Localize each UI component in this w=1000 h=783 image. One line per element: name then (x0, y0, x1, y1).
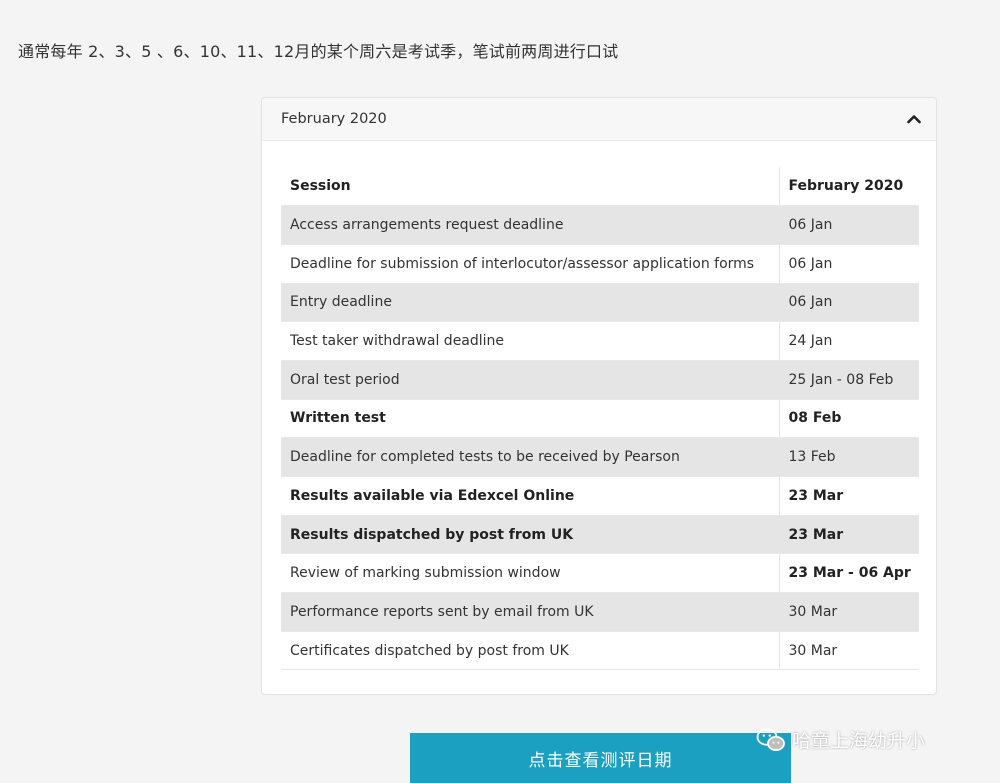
date-cell: 08 Feb (778, 399, 919, 439)
view-assessment-dates-button[interactable]: 点击查看测评日期 (410, 733, 791, 783)
schedule-table-wrapper: Session February 2020 Access arrangement… (281, 167, 919, 671)
session-cell: Performance reports sent by email from U… (281, 592, 779, 632)
session-cell: Deadline for completed tests to be recei… (281, 437, 779, 477)
date-cell: 24 Jan (778, 321, 919, 361)
date-cell: 23 Mar (778, 515, 919, 555)
column-header-date: February 2020 (778, 167, 919, 207)
session-cell: Results available via Edexcel Online (281, 476, 779, 516)
date-cell: 30 Mar (778, 631, 919, 671)
table-header-row: Session February 2020 (281, 167, 919, 207)
table-row: Results available via Edexcel Online 23 M… (281, 476, 919, 516)
date-cell: 06 Jan (778, 205, 919, 245)
table-row: Results dispatched by post from UK 23 Mar (281, 515, 919, 555)
table-body: Access arrangements request deadline 06 J… (281, 205, 919, 671)
accordion-header[interactable]: February 2020 (262, 98, 936, 141)
table-row: Test taker withdrawal deadline 24 Jan (281, 321, 919, 361)
session-cell: Entry deadline (281, 283, 779, 323)
session-cell: Deadline for submission of interlocutor/… (281, 244, 779, 284)
schedule-table: Session February 2020 Access arrangement… (281, 167, 919, 671)
date-cell: 13 Feb (778, 437, 919, 477)
table-row: Deadline for completed tests to be recei… (281, 437, 919, 477)
table-row: Access arrangements request deadline 06 J… (281, 205, 919, 245)
session-cell: Written test (281, 399, 779, 439)
date-cell: 23 Mar - 06 Apr (778, 553, 919, 594)
exam-session-accordion: February 2020 Session February 2020 Acce… (261, 97, 937, 695)
date-cell: 30 Mar (778, 592, 919, 632)
date-cell: 23 Mar (778, 476, 919, 516)
date-cell: 06 Jan (778, 283, 919, 323)
table-row: Oral test period 25 Jan - 08 Feb (281, 360, 919, 400)
table-row: Review of marking submission window 23 Ma… (281, 553, 919, 594)
date-cell: 06 Jan (778, 244, 919, 284)
intro-text: 通常每年 2、3、5 、6、10、11、12月的某个周六是考试季，笔试前两周进行… (18, 42, 619, 61)
table-row: Deadline for submission of interlocutor/… (281, 244, 919, 284)
column-header-session: Session (281, 167, 779, 207)
table-row: Performance reports sent by email from U… (281, 592, 919, 632)
table-row: Entry deadline 06 Jan (281, 283, 919, 323)
session-cell: Review of marking submission window (281, 553, 779, 594)
chevron-up-icon[interactable] (906, 111, 922, 127)
watermark: 哈童上海幼升小 (756, 726, 925, 753)
session-cell: Access arrangements request deadline (281, 205, 779, 245)
date-cell: 25 Jan - 08 Feb (778, 360, 919, 400)
session-cell: Results dispatched by post from UK (281, 515, 779, 555)
watermark-text: 哈童上海幼升小 (792, 730, 926, 752)
table-row: Written test 08 Feb (281, 399, 919, 439)
table-row: Certificates dispatched by post from UK 3… (281, 631, 919, 671)
wechat-icon (756, 727, 786, 753)
session-cell: Oral test period (281, 360, 779, 400)
accordion-title: February 2020 (281, 111, 387, 127)
session-cell: Test taker withdrawal deadline (281, 321, 779, 361)
session-cell: Certificates dispatched by post from UK (281, 631, 779, 671)
